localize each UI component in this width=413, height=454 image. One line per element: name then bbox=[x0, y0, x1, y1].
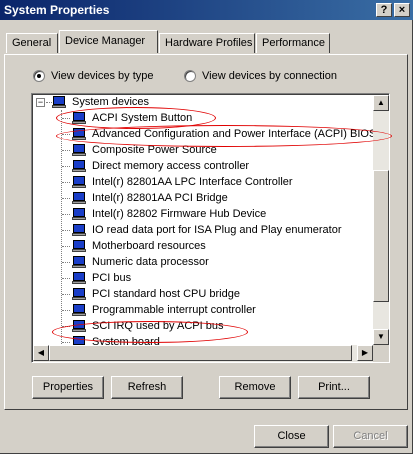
tree-line bbox=[62, 326, 70, 327]
radio-view-by-connection-label: View devices by connection bbox=[202, 70, 337, 82]
vertical-scroll-thumb[interactable] bbox=[373, 170, 389, 302]
tab-general[interactable]: General bbox=[6, 33, 58, 53]
title-bar[interactable]: System Properties ? × bbox=[0, 0, 413, 20]
close-window-button[interactable]: × bbox=[394, 3, 410, 17]
device-icon bbox=[72, 240, 86, 252]
system-properties-window: System Properties ? × General Device Man… bbox=[0, 0, 413, 454]
tree-item[interactable]: IO read data port for ISA Plug and Play … bbox=[72, 222, 341, 238]
tree-item[interactable]: Intel(r) 82801AA PCI Bridge bbox=[72, 190, 228, 206]
tree-item-label: Programmable interrupt controller bbox=[92, 304, 256, 316]
device-icon bbox=[72, 192, 86, 204]
properties-button[interactable]: Properties bbox=[32, 376, 104, 399]
tree-line bbox=[62, 134, 70, 135]
tree-line bbox=[62, 198, 70, 199]
tree-item-label: PCI standard host CPU bridge bbox=[92, 288, 240, 300]
radio-button[interactable] bbox=[184, 70, 196, 82]
window-title: System Properties bbox=[4, 3, 110, 17]
tree-item[interactable]: SCI IRQ used by ACPI bus bbox=[72, 318, 223, 334]
tree-line bbox=[62, 166, 70, 167]
tree-item-label: ACPI System Button bbox=[92, 112, 193, 124]
device-icon bbox=[72, 256, 86, 268]
tree-item-label: Composite Power Source bbox=[92, 144, 217, 156]
device-icon bbox=[72, 144, 86, 156]
tree-item[interactable]: Composite Power Source bbox=[72, 142, 217, 158]
tree-item-label: Intel(r) 82801AA LPC Interface Controlle… bbox=[92, 176, 293, 188]
tab-performance[interactable]: Performance bbox=[256, 33, 330, 53]
tree-line bbox=[62, 246, 70, 247]
tree-line bbox=[62, 230, 70, 231]
device-icon bbox=[72, 160, 86, 172]
scroll-left-button[interactable]: ◀ bbox=[33, 345, 49, 361]
tree-line bbox=[62, 262, 70, 263]
tree-line bbox=[62, 278, 70, 279]
device-icon bbox=[72, 224, 86, 236]
remove-button[interactable]: Remove bbox=[219, 376, 291, 399]
device-icon bbox=[72, 272, 86, 284]
tree-item[interactable]: Intel(r) 82801AA LPC Interface Controlle… bbox=[72, 174, 293, 190]
tree-line bbox=[62, 214, 70, 215]
tree-line bbox=[62, 342, 70, 343]
tree-item-label: PCI bus bbox=[92, 272, 132, 284]
tree-line bbox=[62, 150, 70, 151]
tree-line bbox=[62, 182, 70, 183]
device-tree[interactable]: − System devices ACPI System Button Advan… bbox=[31, 93, 390, 363]
tree-item[interactable]: Programmable interrupt controller bbox=[72, 302, 256, 318]
device-icon bbox=[72, 176, 86, 188]
tree-root-system-devices[interactable]: System devices bbox=[52, 94, 149, 110]
scroll-corner bbox=[373, 345, 389, 362]
device-icon bbox=[72, 288, 86, 300]
tree-item-label: Numeric data processor bbox=[92, 256, 209, 268]
radio-button-selected[interactable] bbox=[33, 70, 45, 82]
refresh-button[interactable]: Refresh bbox=[111, 376, 183, 399]
tree-item[interactable]: Intel(r) 82802 Firmware Hub Device bbox=[72, 206, 266, 222]
device-icon bbox=[72, 112, 86, 124]
radio-view-by-type-label: View devices by type bbox=[51, 70, 154, 82]
radio-view-by-type[interactable]: View devices by type bbox=[33, 70, 154, 82]
radio-view-by-connection[interactable]: View devices by connection bbox=[184, 70, 337, 82]
help-button[interactable]: ? bbox=[376, 3, 392, 17]
tree-item[interactable]: Motherboard resources bbox=[72, 238, 206, 254]
tree-line bbox=[62, 118, 70, 119]
print-button[interactable]: Print... bbox=[298, 376, 370, 399]
tree-item[interactable]: Advanced Configuration and Power Interfa… bbox=[72, 126, 376, 142]
scroll-right-button[interactable]: ▶ bbox=[357, 345, 373, 361]
tree-item-label: SCI IRQ used by ACPI bus bbox=[92, 320, 224, 332]
tab-hardware-profiles[interactable]: Hardware Profiles bbox=[159, 33, 255, 53]
horizontal-scroll-thumb[interactable] bbox=[49, 345, 352, 361]
tree-item-label: Direct memory access controller bbox=[92, 160, 250, 172]
tree-item[interactable]: PCI standard host CPU bridge bbox=[72, 286, 240, 302]
tree-item-label: IO read data port for ISA Plug and Play … bbox=[92, 224, 342, 236]
close-button[interactable]: Close bbox=[254, 425, 329, 448]
device-icon bbox=[72, 208, 86, 220]
tree-item[interactable]: PCI bus bbox=[72, 270, 131, 286]
collapse-icon[interactable]: − bbox=[36, 98, 45, 107]
tab-device-manager[interactable]: Device Manager bbox=[59, 30, 158, 53]
tree-item-label: Advanced Configuration and Power Interfa… bbox=[92, 128, 377, 140]
tree-root-label: System devices bbox=[72, 96, 150, 108]
tree-line bbox=[62, 310, 70, 311]
device-icon bbox=[72, 128, 86, 140]
tree-item-label: Intel(r) 82802 Firmware Hub Device bbox=[92, 208, 267, 220]
device-icon bbox=[72, 304, 86, 316]
tree-item[interactable]: Numeric data processor bbox=[72, 254, 209, 270]
tree-item-label: Motherboard resources bbox=[92, 240, 206, 252]
device-icon bbox=[72, 320, 86, 332]
system-devices-icon bbox=[52, 96, 66, 108]
tree-item[interactable]: Direct memory access controller bbox=[72, 158, 249, 174]
tree-item-label: Intel(r) 82801AA PCI Bridge bbox=[92, 192, 228, 204]
cancel-button[interactable]: Cancel bbox=[333, 425, 408, 448]
scroll-up-button[interactable]: ▲ bbox=[373, 95, 389, 111]
scroll-down-button[interactable]: ▼ bbox=[373, 329, 389, 345]
tree-line bbox=[62, 294, 70, 295]
tree-item[interactable]: ACPI System Button bbox=[72, 110, 192, 126]
